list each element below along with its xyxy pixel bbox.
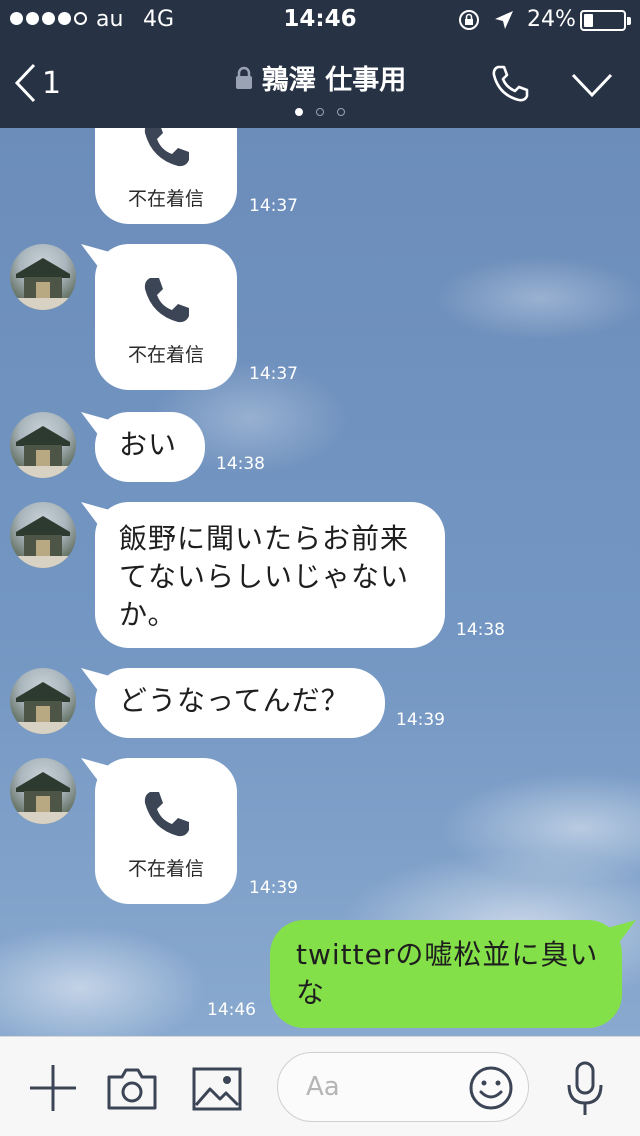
message-time: 14:39 bbox=[396, 710, 445, 730]
message-time: 14:38 bbox=[456, 620, 505, 640]
chat-header: 1 鶉澤 仕事用 bbox=[0, 40, 640, 128]
message-input[interactable]: Aa bbox=[277, 1052, 529, 1122]
message-text-line: な bbox=[296, 976, 326, 1009]
message-time: 14:37 bbox=[249, 196, 298, 216]
avatar[interactable] bbox=[10, 758, 76, 824]
phone-icon bbox=[144, 128, 189, 167]
missed-call-label: 不在着信 bbox=[127, 188, 204, 210]
camera-icon[interactable] bbox=[106, 1067, 158, 1111]
avatar[interactable] bbox=[10, 412, 76, 478]
missed-call-bubble[interactable]: 不在着信 bbox=[95, 758, 237, 904]
input-bar: Aa bbox=[0, 1036, 640, 1136]
chat-title: 鶉澤 仕事用 bbox=[0, 58, 640, 97]
message-text-line: 飯野に聞いたらお前来 bbox=[119, 522, 410, 555]
message-text-line: か。 bbox=[119, 598, 177, 631]
phone-icon[interactable] bbox=[489, 63, 531, 105]
missed-call-label: 不在着信 bbox=[127, 344, 204, 366]
missed-call-bubble[interactable]: 不在着信 bbox=[95, 128, 237, 224]
phone-icon bbox=[144, 792, 189, 837]
rotation-lock-icon bbox=[459, 10, 479, 30]
chat-area[interactable]: 不在着信 14:37 不在着信 14:37 おい 14:38 飯野に聞いたらお前… bbox=[0, 128, 640, 1036]
chat-title-text: 鶉澤 仕事用 bbox=[261, 65, 407, 96]
message-text-line: てないらしいじゃない bbox=[119, 560, 410, 593]
image-icon[interactable] bbox=[192, 1067, 242, 1111]
page-dot bbox=[295, 108, 303, 116]
status-bar: au 4G 14:46 24% bbox=[0, 0, 640, 40]
plus-icon[interactable] bbox=[28, 1063, 78, 1113]
message-bubble[interactable]: どうなってんだ？ bbox=[95, 668, 385, 738]
battery-percent: 24% bbox=[527, 7, 576, 32]
avatar[interactable] bbox=[10, 502, 76, 568]
missed-call-bubble[interactable]: 不在着信 bbox=[95, 244, 237, 390]
missed-call-label: 不在着信 bbox=[127, 858, 204, 880]
lock-icon bbox=[235, 66, 252, 89]
page-dot bbox=[337, 108, 345, 116]
emoji-icon[interactable] bbox=[468, 1065, 514, 1111]
location-arrow-icon bbox=[495, 11, 513, 29]
page-indicator bbox=[0, 108, 640, 116]
sent-message-bubble[interactable]: twitterの嘘松並に臭い な bbox=[270, 920, 622, 1028]
message-text: おい bbox=[119, 428, 178, 461]
message-time: 14:39 bbox=[249, 878, 298, 898]
message-time: 14:37 bbox=[249, 364, 298, 384]
message-bubble[interactable]: 飯野に聞いたらお前来 てないらしいじゃない か。 bbox=[95, 502, 445, 648]
battery-icon bbox=[580, 10, 631, 31]
page-dot bbox=[316, 108, 324, 116]
message-time: 14:38 bbox=[216, 454, 265, 474]
message-text: どうなってんだ？ bbox=[119, 684, 350, 717]
message-input-placeholder: Aa bbox=[306, 1072, 340, 1102]
chevron-down-icon[interactable] bbox=[571, 71, 613, 99]
message-bubble[interactable]: おい bbox=[95, 412, 205, 482]
avatar[interactable] bbox=[10, 668, 76, 734]
phone-icon bbox=[144, 278, 189, 323]
message-time: 14:46 bbox=[207, 1000, 256, 1020]
message-text-line: twitterの嘘松並に臭い bbox=[296, 938, 599, 971]
avatar[interactable] bbox=[10, 244, 76, 310]
microphone-icon[interactable] bbox=[565, 1061, 605, 1117]
